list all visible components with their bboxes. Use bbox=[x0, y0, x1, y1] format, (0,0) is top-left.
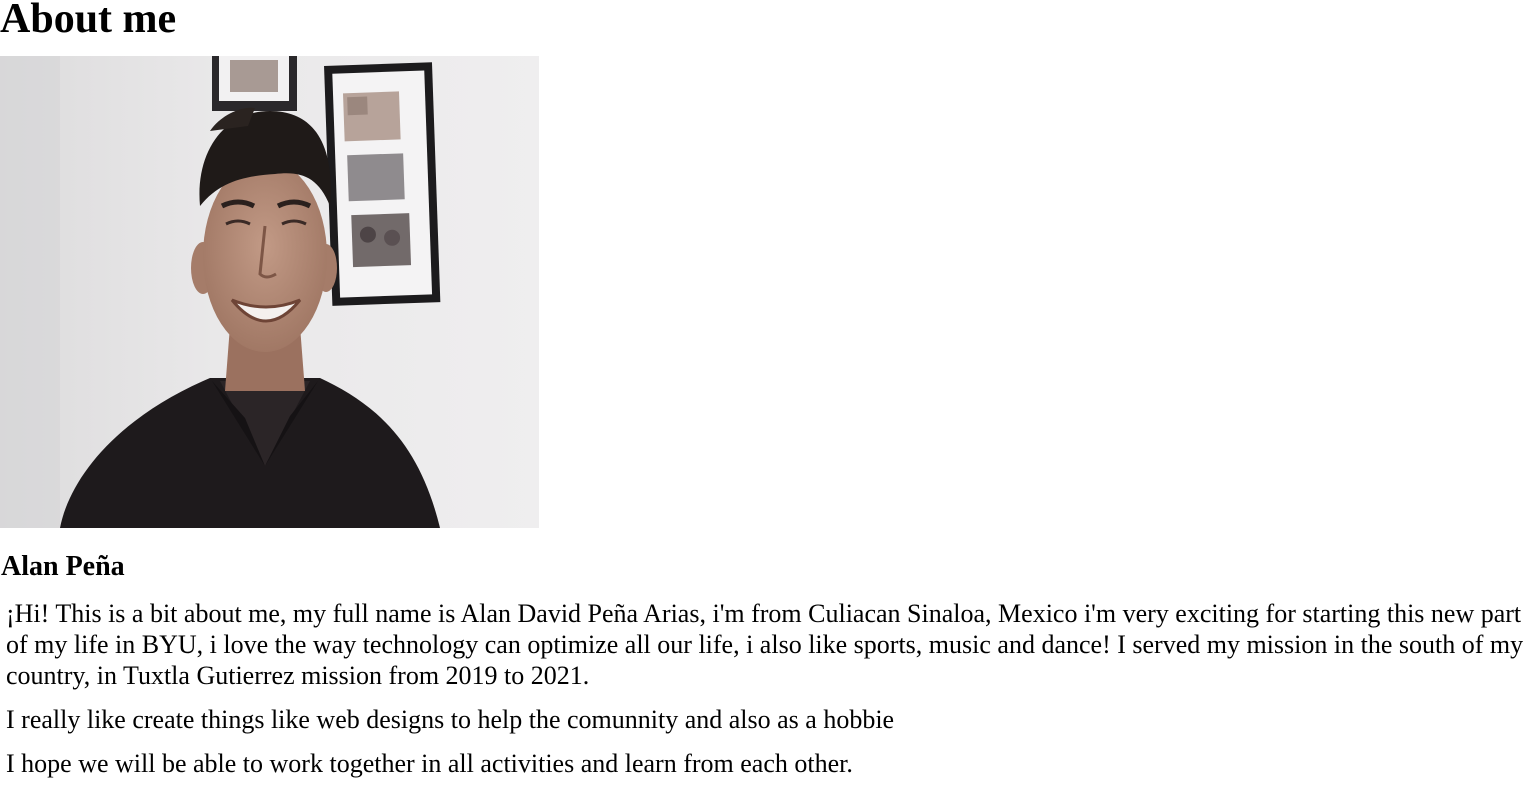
bio-paragraph-intro: ¡Hi! This is a bit about me, my full nam… bbox=[6, 599, 1524, 690]
page: About me Alan Peña ¡Hi! This is a bit ab… bbox=[0, 0, 1537, 801]
bio-paragraph-closing: I hope we will be able to work together … bbox=[6, 749, 853, 778]
bio-paragraph-hobbies: I really like create things like web des… bbox=[6, 705, 895, 734]
page-title: About me bbox=[0, 0, 177, 42]
person-name: Alan Peña bbox=[1, 551, 125, 582]
bio-section: ¡Hi! This is a bit about me, my full nam… bbox=[6, 598, 1535, 792]
profile-photo bbox=[0, 56, 539, 528]
